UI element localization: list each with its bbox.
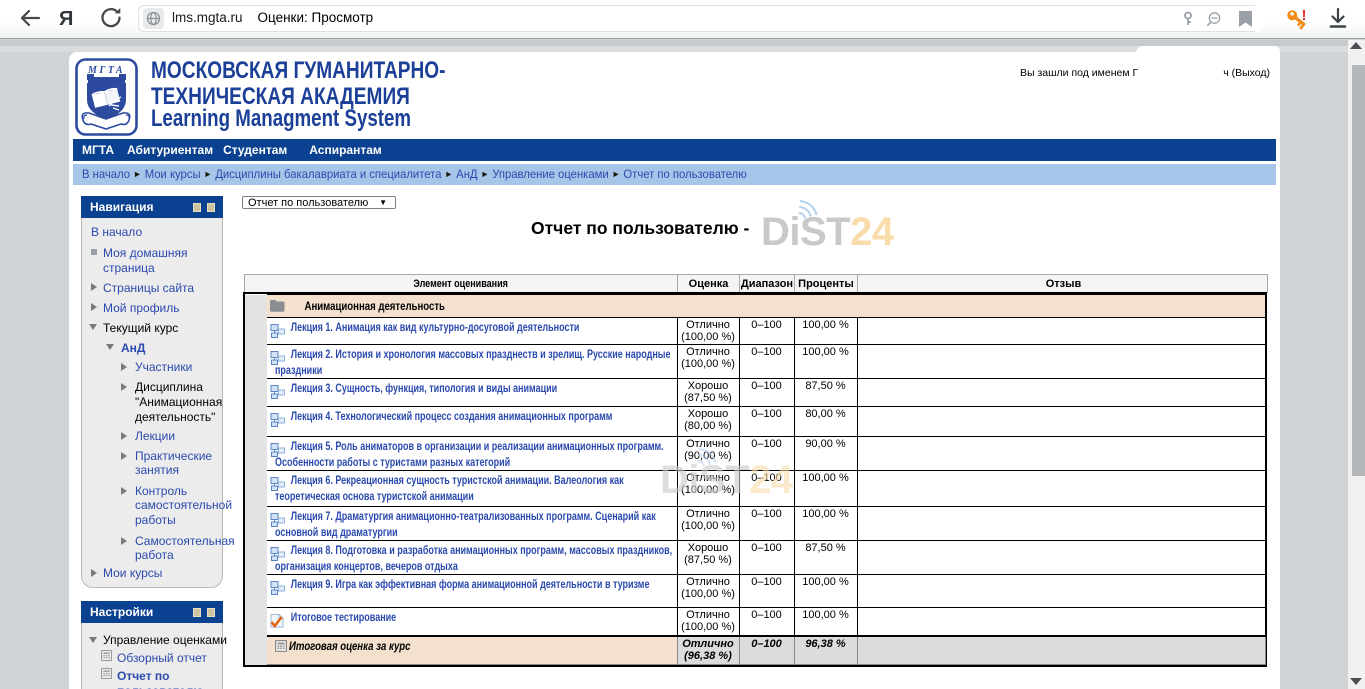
svg-text:!: !: [1302, 7, 1307, 24]
